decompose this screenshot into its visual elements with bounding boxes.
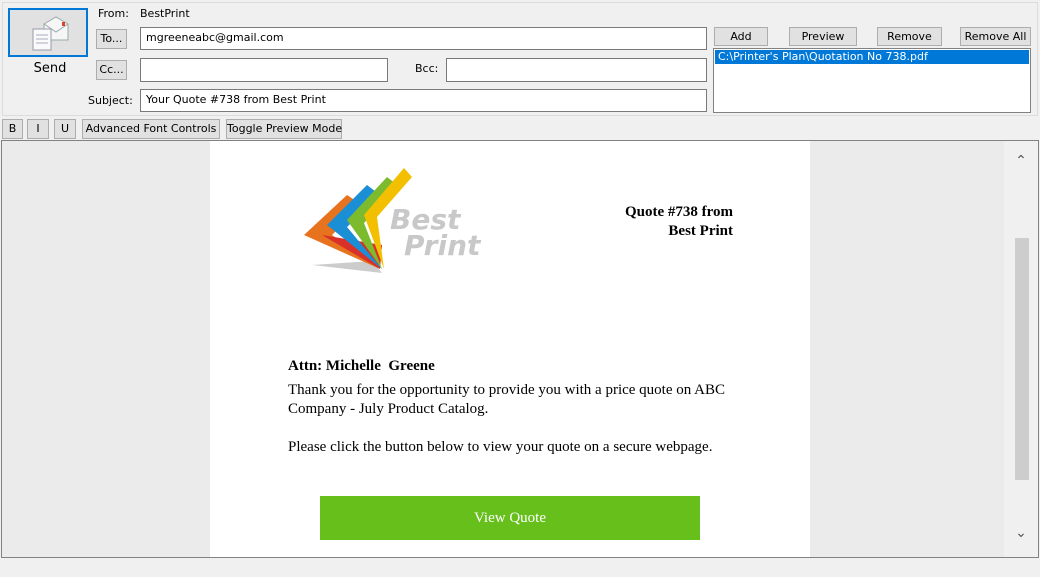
advanced-font-controls-button[interactable]: Advanced Font Controls	[82, 119, 220, 139]
cc-input[interactable]	[140, 58, 388, 82]
email-page: Best Print Quote #738 from Best Print At…	[210, 141, 810, 557]
from-value: BestPrint	[140, 7, 190, 20]
attachment-item[interactable]: C:\Printer's Plan\Quotation No 738.pdf	[715, 50, 1029, 64]
subject-input[interactable]: Your Quote #738 from Best Print	[140, 89, 707, 112]
intro-paragraph: Thank you for the opportunity to provide…	[288, 382, 726, 417]
to-button[interactable]: To...	[96, 29, 127, 49]
bcc-input[interactable]	[446, 58, 707, 82]
remove-attachment-button[interactable]: Remove	[877, 27, 942, 46]
best-print-logo: Best Print	[304, 168, 482, 273]
scroll-up-icon[interactable]: ⌃	[1012, 153, 1030, 169]
vertical-scrollbar[interactable]: ⌃ ⌄	[1004, 141, 1038, 557]
bold-button[interactable]: B	[2, 119, 23, 139]
quote-title-line1: Quote #738 from	[624, 204, 733, 220]
toggle-preview-mode-button[interactable]: Toggle Preview Mode	[226, 119, 342, 139]
subject-label: Subject:	[88, 94, 133, 107]
quote-title-line2: Best Print	[668, 223, 733, 239]
bcc-label: Bcc:	[415, 62, 439, 75]
scrollbar-thumb[interactable]	[1015, 238, 1029, 480]
add-attachment-button[interactable]: Add	[714, 27, 768, 46]
attachment-list[interactable]: C:\Printer's Plan\Quotation No 738.pdf	[713, 48, 1031, 113]
scroll-down-icon[interactable]: ⌄	[1012, 525, 1030, 541]
send-button[interactable]	[8, 8, 88, 57]
italic-button[interactable]: I	[27, 119, 49, 139]
instruction-paragraph: Please click the button below to view yo…	[288, 439, 713, 455]
from-label: From:	[98, 7, 129, 20]
attn-line: Attn: Michelle Greene	[288, 358, 435, 374]
logo-text-print: Print	[404, 229, 482, 262]
underline-button[interactable]: U	[54, 119, 76, 139]
preview-attachment-button[interactable]: Preview	[789, 27, 857, 46]
cc-button[interactable]: Cc...	[96, 60, 127, 80]
email-body-editor[interactable]: Best Print Quote #738 from Best Print At…	[1, 140, 1039, 558]
send-label: Send	[33, 61, 67, 76]
to-input[interactable]: mgreeneabc@gmail.com	[140, 27, 707, 50]
remove-all-attachments-button[interactable]: Remove All	[960, 27, 1031, 46]
send-mail-icon	[32, 16, 69, 51]
view-quote-button[interactable]: View Quote	[320, 496, 700, 540]
